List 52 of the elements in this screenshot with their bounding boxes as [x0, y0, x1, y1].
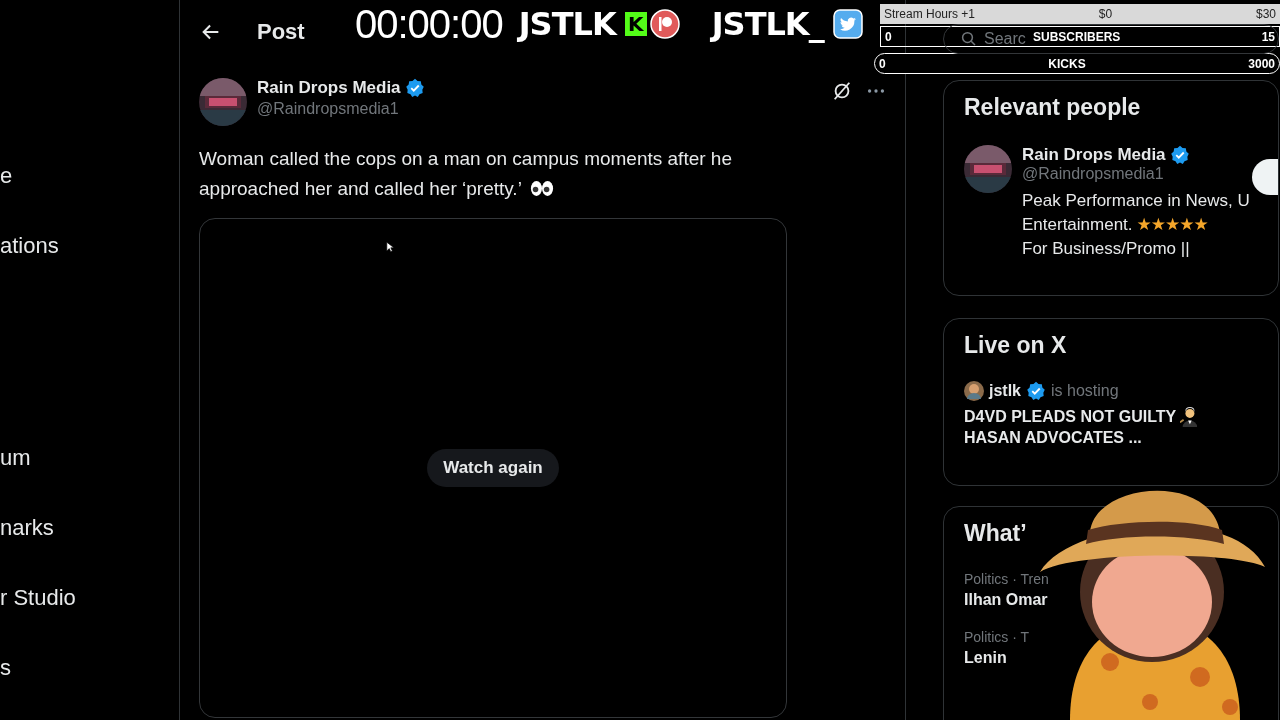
goal-end: $30 [1255, 7, 1276, 21]
goal-start: 0 [879, 56, 886, 71]
avatar [964, 381, 984, 401]
kick-badge: K [624, 12, 647, 36]
bio-text: For Business/Promo || [1022, 238, 1190, 260]
watch-again-button[interactable]: Watch again [427, 449, 559, 487]
goal-label: Stream Hours +1 [884, 7, 976, 21]
trend-name[interactable]: Lenin [964, 649, 1007, 667]
goal-end: 15 [1261, 29, 1275, 44]
nav-item[interactable]: ations [0, 232, 59, 260]
card-title: Relevant people [964, 93, 1142, 122]
bird-icon [832, 9, 863, 39]
nav-item[interactable]: um [0, 444, 31, 472]
trend-meta: Politics · T [964, 629, 1030, 645]
person-name[interactable]: Rain Drops Media [1022, 145, 1166, 165]
channel-logo: JSTLK_ [711, 5, 824, 43]
card-title: What’ [964, 519, 1028, 548]
stream-timer: 00:00:00 [355, 2, 503, 46]
video-player[interactable]: Watch again [199, 218, 787, 718]
nav-item[interactable]: s [0, 654, 11, 682]
bio-text: Entertainment. [1022, 214, 1133, 236]
trend-meta: Politics · Tren [964, 571, 1049, 587]
goal-start: 0 [885, 29, 892, 44]
nav-item[interactable]: r Studio [0, 584, 76, 612]
goal-label: KICKS [1048, 56, 1086, 71]
button[interactable] [1252, 159, 1278, 195]
avatar [199, 78, 247, 126]
trend-name[interactable]: Ilhan Omar [964, 591, 1048, 609]
cursor-icon [386, 241, 394, 253]
author-handle[interactable]: @Raindropsmedia1 [257, 100, 821, 118]
goal-start: $0 [1098, 7, 1113, 21]
eyes-icon [529, 180, 554, 197]
channel-logo: JSTLK [518, 5, 616, 43]
live-title[interactable]: D4VD PLEADS NOT GUILTY [964, 408, 1177, 426]
stars-text: ★★★★★ [1136, 214, 1208, 236]
author-name[interactable]: Rain Drops Media [257, 78, 401, 98]
post-text: Woman called the cops on a man on campus moments after he approached her and called her ‘pretty.’ [199, 147, 733, 201]
nav-item[interactable]: e [0, 162, 13, 190]
card-title: Live on X [964, 331, 1068, 360]
avatar [964, 145, 1012, 193]
person-figure-icon [1180, 407, 1199, 427]
person-handle[interactable]: @Raindropsmedia1 [1022, 165, 1250, 183]
search-icon [960, 30, 978, 48]
bio-text: Peak Performance in News, U [1022, 190, 1250, 212]
live-title[interactable]: HASAN ADVOCATES ... [964, 429, 1142, 447]
page-title: Post [257, 19, 305, 45]
goal-end: 3000 [1248, 56, 1275, 71]
goal-label: SUBSCRIBERS [1033, 29, 1121, 44]
host-status: is hosting [1051, 382, 1119, 400]
host-name[interactable]: jstlk [989, 382, 1021, 400]
slashed-circle-icon[interactable] [831, 80, 853, 102]
nav-item[interactable]: narks [0, 514, 54, 542]
